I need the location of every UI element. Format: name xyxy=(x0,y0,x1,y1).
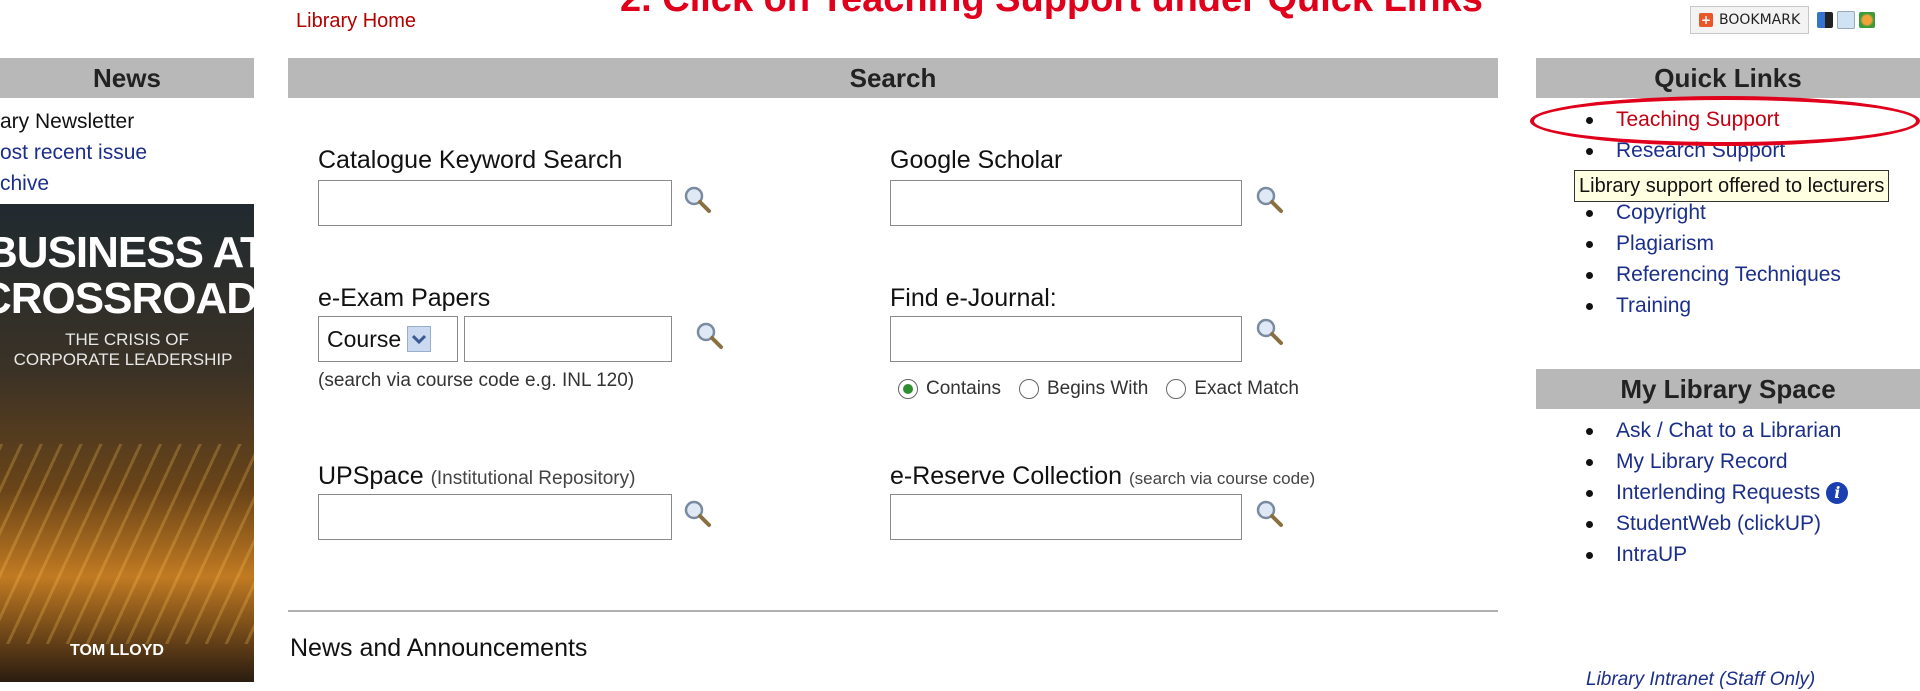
bookmark-toolbar: + BOOKMARK xyxy=(1690,6,1876,34)
my-library-studentweb[interactable]: StudentWeb (clickUP) xyxy=(1586,508,1848,539)
radio-contains[interactable] xyxy=(898,379,918,399)
search-icon[interactable] xyxy=(682,184,712,214)
search-icon[interactable] xyxy=(682,498,712,528)
quick-link-training[interactable]: Training xyxy=(1586,290,1841,321)
library-home-link[interactable]: Library Home xyxy=(296,10,416,33)
course-select[interactable]: Course xyxy=(318,316,458,362)
my-library-intraup[interactable]: IntraUP xyxy=(1586,539,1848,570)
stumble-icon[interactable] xyxy=(1859,12,1876,28)
book-author: TOM LLOYD xyxy=(70,642,164,659)
book-title-line2: CROSSROADS xyxy=(0,274,254,323)
upspace-sub: (Institutional Repository) xyxy=(430,468,636,489)
search-icon[interactable] xyxy=(1254,184,1284,214)
catalogue-label: Catalogue Keyword Search xyxy=(318,146,623,174)
ereserve-sub: (search via course code) xyxy=(1129,469,1316,488)
news-item-recent-issue[interactable]: ost recent issue xyxy=(0,137,147,168)
bookmark-button[interactable]: + BOOKMARK xyxy=(1690,6,1810,34)
my-library-list: Ask / Chat to a Librarian My Library Rec… xyxy=(1586,415,1849,570)
bookmark-label: BOOKMARK xyxy=(1719,12,1801,28)
search-icon[interactable] xyxy=(694,320,724,350)
search-heading: Search xyxy=(288,58,1498,98)
ejournal-input[interactable] xyxy=(890,316,1242,362)
info-icon[interactable]: i xyxy=(1826,482,1849,505)
news-heading: News xyxy=(0,58,254,98)
my-library-interlending[interactable]: Interlending Requests i xyxy=(1586,477,1849,508)
plus-icon: + xyxy=(1699,13,1713,27)
chevron-down-icon xyxy=(407,326,432,352)
book-title-line1: BUSINESS AT xyxy=(0,228,254,277)
catalogue-search-input[interactable] xyxy=(318,180,672,226)
search-icon[interactable] xyxy=(1254,316,1284,346)
my-library-heading: My Library Space xyxy=(1536,369,1920,409)
my-library-ask-librarian[interactable]: Ask / Chat to a Librarian xyxy=(1586,415,1848,446)
city-lights-graphic xyxy=(0,444,254,644)
radio-contains-label: Contains xyxy=(926,378,1001,399)
radio-begins-with[interactable] xyxy=(1019,379,1039,399)
upspace-title: UPSpace xyxy=(318,462,424,490)
upspace-label: UPSpace (Institutional Repository) xyxy=(318,462,635,491)
course-select-value: Course xyxy=(327,325,402,352)
tooltip: Library support offered to lecturers xyxy=(1574,170,1890,202)
quick-link-plagiarism[interactable]: Plagiarism xyxy=(1586,228,1841,259)
exam-papers-hint: (search via course code e.g. INL 120) xyxy=(318,370,635,391)
section-divider xyxy=(288,610,1498,612)
book-subtitle-line1: THE CRISIS OF xyxy=(65,330,189,349)
quick-link-referencing[interactable]: Referencing Techniques xyxy=(1586,259,1841,290)
radio-begins-with-label: Begins With xyxy=(1047,378,1149,399)
ejournal-label: Find e-Journal: xyxy=(890,284,1057,312)
ereserve-label: e-Reserve Collection (search via course … xyxy=(890,462,1315,491)
delicious-icon[interactable] xyxy=(1817,12,1834,28)
news-announcements-heading: News and Announcements xyxy=(290,634,588,662)
quick-links-heading: Quick Links xyxy=(1536,58,1920,98)
my-library-record[interactable]: My Library Record xyxy=(1586,446,1848,477)
news-links: ary Newsletter ost recent issue chive xyxy=(0,106,147,199)
news-item-archive[interactable]: chive xyxy=(0,168,147,199)
search-icon[interactable] xyxy=(1254,498,1284,528)
library-intranet-link[interactable]: Library Intranet (Staff Only) xyxy=(1586,669,1815,691)
book-cover-image[interactable]: BUSINESS AT CROSSROADS THE CRISIS OF COR… xyxy=(0,204,254,682)
radio-exact-match-label: Exact Match xyxy=(1194,378,1299,399)
ejournal-match-options: Contains Begins With Exact Match xyxy=(898,378,1299,400)
radio-exact-match[interactable] xyxy=(1166,379,1187,399)
ereserve-title: e-Reserve Collection xyxy=(890,462,1123,490)
exam-papers-input[interactable] xyxy=(464,316,672,362)
google-scholar-input[interactable] xyxy=(890,180,1242,226)
interlending-label: Interlending Requests xyxy=(1616,481,1821,504)
highlight-ellipse xyxy=(1530,96,1920,146)
google-scholar-label: Google Scholar xyxy=(890,146,1063,174)
news-item-newsletter: ary Newsletter xyxy=(0,110,135,133)
instruction-overlay: 2. Click on Teaching Support under Quick… xyxy=(620,0,1620,21)
book-subtitle-line2: CORPORATE LEADERSHIP xyxy=(13,350,233,369)
upspace-input[interactable] xyxy=(318,494,672,540)
ereserve-input[interactable] xyxy=(890,494,1242,540)
exam-papers-label: e-Exam Papers xyxy=(318,284,491,312)
digg-icon[interactable] xyxy=(1837,11,1856,29)
